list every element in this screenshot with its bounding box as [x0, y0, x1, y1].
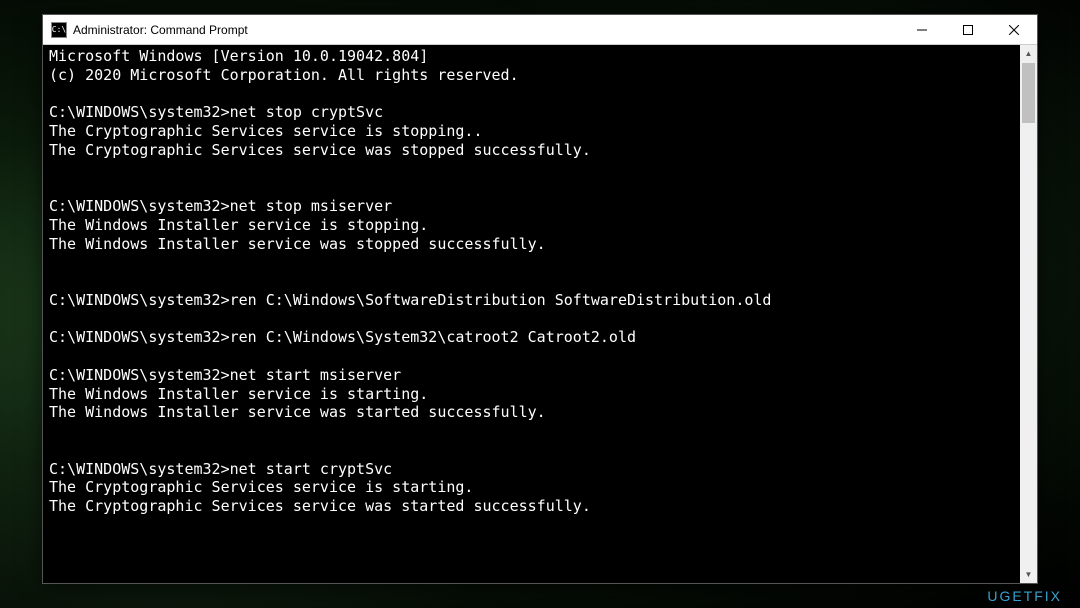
terminal-line	[49, 347, 1031, 366]
terminal-line	[49, 441, 1031, 460]
terminal-line	[49, 160, 1031, 179]
watermark-text: UGETFIX	[987, 588, 1062, 604]
window-title: Administrator: Command Prompt	[73, 23, 899, 37]
minimize-button[interactable]	[899, 15, 945, 44]
terminal-line	[49, 85, 1031, 104]
close-icon	[1009, 25, 1019, 35]
titlebar[interactable]: C:\ Administrator: Command Prompt	[43, 15, 1037, 45]
terminal-line: C:\WINDOWS\system32>ren C:\Windows\Syste…	[49, 328, 1031, 347]
close-button[interactable]	[991, 15, 1037, 44]
terminal-line	[49, 253, 1031, 272]
minimize-icon	[917, 25, 927, 35]
cmd-icon-text: C:\	[52, 25, 66, 34]
terminal-output[interactable]: Microsoft Windows [Version 10.0.19042.80…	[43, 45, 1037, 583]
terminal-line: The Windows Installer service was starte…	[49, 403, 1031, 422]
terminal-line	[49, 535, 1031, 554]
terminal-line: The Windows Installer service is startin…	[49, 385, 1031, 404]
window-controls	[899, 15, 1037, 44]
scrollbar-up-arrow-icon[interactable]: ▲	[1020, 45, 1037, 62]
cmd-icon: C:\	[51, 22, 67, 38]
terminal-line: The Cryptographic Services service is st…	[49, 478, 1031, 497]
terminal-line: C:\WINDOWS\system32>ren C:\Windows\Softw…	[49, 291, 1031, 310]
terminal-line: The Cryptographic Services service is st…	[49, 122, 1031, 141]
terminal-line	[49, 310, 1031, 329]
maximize-button[interactable]	[945, 15, 991, 44]
scrollbar-track[interactable]: ▲ ▼	[1020, 45, 1037, 583]
terminal-line: (c) 2020 Microsoft Corporation. All righ…	[49, 66, 1031, 85]
terminal-line: The Windows Installer service was stoppe…	[49, 235, 1031, 254]
terminal-line	[49, 178, 1031, 197]
scrollbar-down-arrow-icon[interactable]: ▼	[1020, 566, 1037, 583]
terminal-line: The Cryptographic Services service was s…	[49, 497, 1031, 516]
terminal-line: C:\WINDOWS\system32>net stop msiserver	[49, 197, 1031, 216]
terminal-line: C:\WINDOWS\system32>net start cryptSvc	[49, 460, 1031, 479]
terminal-line: The Windows Installer service is stoppin…	[49, 216, 1031, 235]
terminal-line: Microsoft Windows [Version 10.0.19042.80…	[49, 47, 1031, 66]
terminal-line: C:\WINDOWS\system32>net start msiserver	[49, 366, 1031, 385]
terminal-line	[49, 422, 1031, 441]
terminal-line: C:\WINDOWS\system32>net stop cryptSvc	[49, 103, 1031, 122]
scrollbar-thumb[interactable]	[1022, 63, 1035, 123]
terminal-line: The Cryptographic Services service was s…	[49, 141, 1031, 160]
command-prompt-window: C:\ Administrator: Command Prompt Micros…	[42, 14, 1038, 584]
maximize-icon	[963, 25, 973, 35]
terminal-line	[49, 516, 1031, 535]
terminal-line	[49, 272, 1031, 291]
